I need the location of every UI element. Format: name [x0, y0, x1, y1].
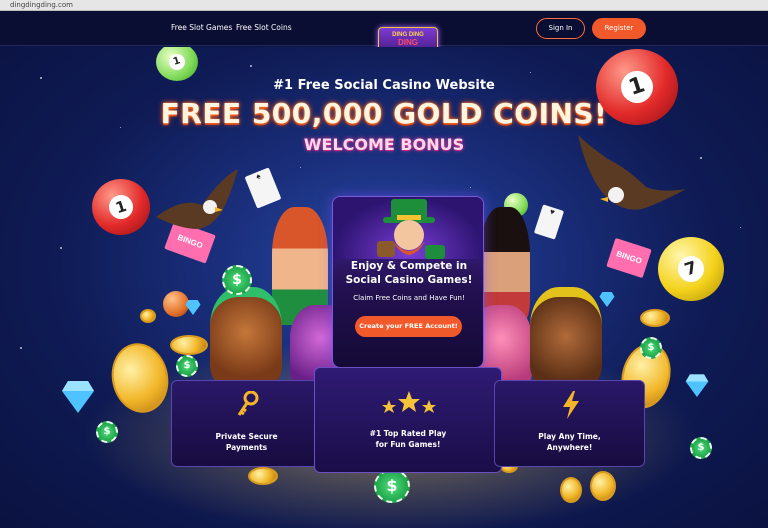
gold-coin [640, 309, 670, 327]
bingo-ball-red: 1 [92, 179, 150, 235]
feature-label: Play Any Time, Anywhere! [538, 432, 601, 452]
dollar-chip-icon: $ [640, 337, 662, 359]
feature-label: Private Secure Payments [215, 432, 278, 452]
bingo-ball-green: 1 [156, 47, 198, 81]
blue-diamond-icon [685, 374, 709, 397]
aztec-character [210, 287, 282, 385]
gold-coin [248, 467, 278, 485]
nav-link-free-slot-games[interactable]: Free Slot Games [171, 23, 232, 32]
eagle-illustration [156, 169, 238, 229]
blue-diamond-icon [599, 291, 615, 307]
playing-card: ♠ [244, 167, 282, 209]
leprechaun-illustration [333, 197, 483, 259]
bingo-ball-red: 1 [596, 49, 678, 125]
create-account-button[interactable]: Create your FREE Account! [355, 316, 462, 337]
dollar-chip-icon: $ [96, 421, 118, 443]
star-sparkle [20, 347, 22, 349]
star-sparkle [700, 157, 702, 159]
star-sparkle [250, 65, 252, 67]
register-button[interactable]: Register [592, 18, 646, 39]
gold-coin [590, 471, 616, 501]
three-stars-icon [382, 391, 436, 413]
bingo-card: BINGO [606, 237, 652, 279]
star-sparkle [470, 187, 471, 188]
hero-section: #1 Free Social Casino Website FREE 500,0… [0, 47, 768, 528]
logo-text-bottom: DING [398, 38, 418, 47]
dollar-chip-icon: $ [176, 355, 198, 377]
star-sparkle [740, 227, 741, 228]
bingo-ball-yellow: 7 [658, 237, 724, 301]
gold-coin [140, 309, 156, 323]
browser-url-bar[interactable]: dingdingding.com [0, 0, 768, 11]
playing-card: ♥ [533, 204, 565, 240]
gold-coin [170, 335, 208, 355]
dollar-chip-icon: $ [222, 265, 252, 295]
feature-card-play-anytime: Play Any Time, Anywhere! [494, 380, 645, 467]
star-sparkle [530, 72, 531, 73]
sign-in-button[interactable]: Sign In [536, 18, 585, 39]
feature-label: #1 Top Rated Play for Fun Games! [369, 429, 447, 449]
promo-subtitle: Claim Free Coins and Have Fun! [353, 294, 465, 302]
blue-diamond-icon [62, 381, 94, 413]
signup-promo-panel: Enjoy & Compete in Social Casino Games! … [332, 196, 484, 368]
gold-coin [560, 477, 582, 503]
carnival-character [530, 287, 602, 385]
dollar-chip-icon: $ [374, 469, 410, 503]
nav-link-free-slot-coins[interactable]: Free Slot Coins [236, 23, 292, 32]
star-sparkle [60, 247, 62, 249]
feature-card-top-rated: #1 Top Rated Play for Fun Games! [314, 367, 502, 473]
feature-card-secure-payments: Private Secure Payments [171, 380, 322, 467]
lightning-icon [563, 391, 579, 419]
top-navigation: Free Slot Games Free Slot Coins DING DIN… [0, 11, 768, 53]
key-icon [237, 391, 259, 416]
blue-diamond-icon [185, 299, 201, 315]
star-sparkle [300, 167, 301, 168]
promo-title: Enjoy & Compete in Social Casino Games! [345, 260, 473, 286]
dollar-chip-icon: $ [690, 437, 712, 459]
eagle-illustration [578, 135, 686, 210]
